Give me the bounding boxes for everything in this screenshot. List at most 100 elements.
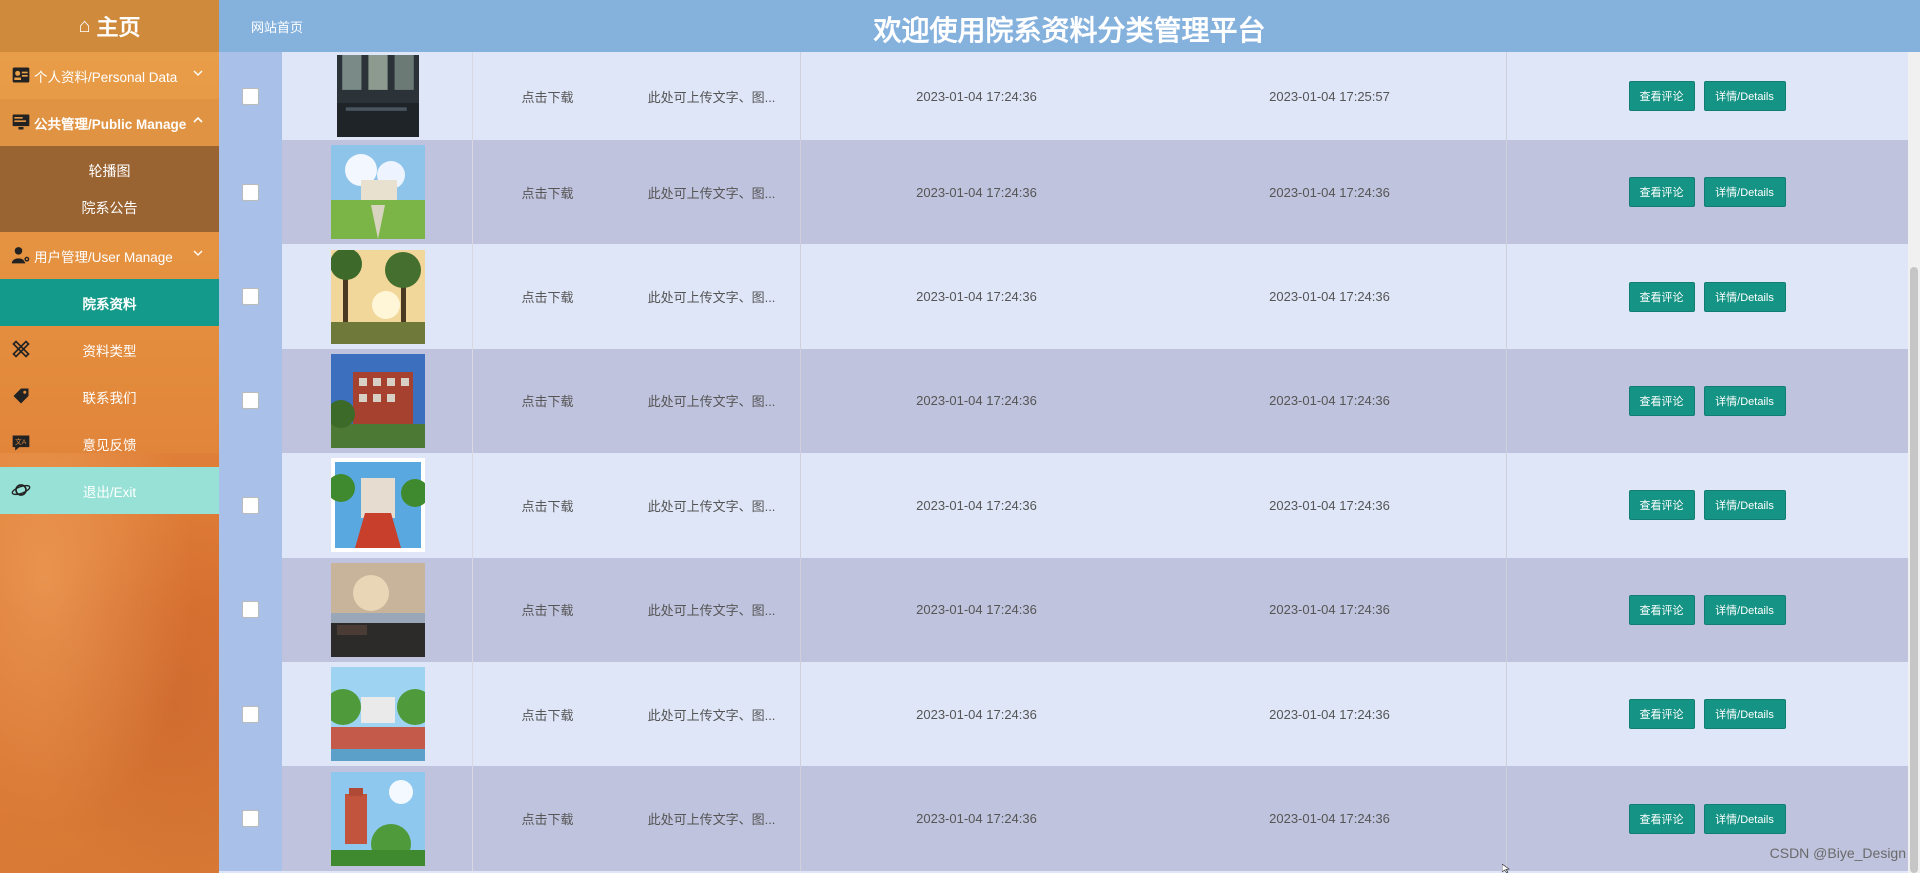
chevron-down-icon: [193, 70, 203, 76]
created-time-cell: 2023-01-04 17:24:36: [916, 497, 1037, 513]
mouse-cursor-icon: [1502, 864, 1510, 873]
row-checkbox[interactable]: [242, 392, 259, 410]
menu-public-manage[interactable]: 公共管理/Public Manage: [0, 99, 219, 146]
view-comments-button[interactable]: 查看评论: [1628, 699, 1695, 730]
download-link[interactable]: 点击下载: [472, 766, 623, 870]
view-comments-button[interactable]: 查看评论: [1628, 177, 1695, 208]
thumbnail-image[interactable]: [330, 667, 425, 762]
view-comments-button[interactable]: 查看评论: [1628, 81, 1695, 111]
menu-label: 用户管理/User Manage: [34, 249, 173, 265]
row-checkbox-cell: [219, 348, 282, 454]
download-link[interactable]: 点击下载: [472, 349, 623, 453]
view-comments-button[interactable]: 查看评论: [1628, 281, 1695, 312]
created-time-cell: 2023-01-04 17:24:36: [916, 393, 1037, 409]
updated-time-cell: 2023-01-04 17:24:36: [1153, 661, 1507, 767]
sidebar-home[interactable]: ⌂ 主页: [0, 0, 219, 52]
thumbnail-image[interactable]: [330, 145, 425, 240]
ruler-pencil-icon: [12, 340, 30, 358]
details-button[interactable]: 详情/Details: [1703, 803, 1786, 834]
thumbnail-cell: [283, 766, 473, 871]
chat-icon: 文A: [12, 435, 30, 451]
menu-label: 退出/Exit: [82, 484, 137, 500]
thumbnail-image[interactable]: [331, 55, 425, 137]
table-row: 点击下载 此处可上传文字、图... 2023-01-04 17:24:36 20…: [219, 52, 1908, 140]
menu-label: 意见反馈: [82, 437, 137, 453]
menu-label: 公共管理/Public Manage: [34, 116, 187, 132]
row-checkbox[interactable]: [242, 183, 259, 201]
thumbnail-cell: [283, 661, 473, 767]
created-time-cell: 2023-01-04 17:24:36: [916, 88, 1037, 104]
thumbnail-image[interactable]: [330, 353, 425, 448]
table-row: 点击下载 此处可上传文字、图... 2023-01-04 17:24:36 20…: [219, 557, 1908, 662]
row-checkbox-cell: [219, 766, 282, 871]
row-checkbox-cell: [219, 661, 282, 767]
download-link[interactable]: 点击下载: [472, 662, 623, 766]
menu-user-manage[interactable]: 用户管理/User Manage: [0, 232, 219, 279]
actions-cell: 查看评论 详情/Details: [1506, 140, 1908, 244]
view-comments-button[interactable]: 查看评论: [1628, 803, 1695, 834]
menu-personal-data[interactable]: 个人资料/Personal Data: [0, 52, 219, 99]
download-link[interactable]: 点击下载: [472, 453, 623, 557]
row-checkbox[interactable]: [242, 810, 259, 828]
thumbnail-cell: [283, 453, 473, 558]
view-comments-button[interactable]: 查看评论: [1628, 385, 1695, 416]
vertical-scrollbar[interactable]: [1908, 52, 1920, 873]
data-table: 点击下载 此处可上传文字、图... 2023-01-04 17:24:36 20…: [219, 52, 1908, 873]
details-button[interactable]: 详情/Details: [1703, 490, 1786, 521]
row-checkbox[interactable]: [242, 288, 259, 306]
updated-time-cell: 2023-01-04 17:24:36: [1153, 557, 1507, 662]
view-comments-button[interactable]: 查看评论: [1628, 594, 1695, 625]
details-button[interactable]: 详情/Details: [1703, 385, 1786, 416]
created-time-cell: 2023-01-04 17:24:36: [916, 706, 1037, 722]
actions-cell: 查看评论 详情/Details: [1506, 453, 1908, 557]
row-checkbox[interactable]: [242, 87, 259, 105]
home-icon: ⌂: [78, 14, 91, 37]
scrollbar-thumb[interactable]: [1910, 267, 1918, 873]
updated-time-cell: 2023-01-04 17:24:36: [1153, 766, 1507, 871]
view-comments-button[interactable]: 查看评论: [1628, 490, 1695, 521]
thumbnail-image[interactable]: [330, 562, 425, 657]
menu-department-materials[interactable]: 院系资料: [0, 279, 219, 326]
row-checkbox-cell: [219, 52, 282, 140]
download-link[interactable]: 点击下载: [472, 558, 623, 662]
submenu-carousel[interactable]: 轮播图: [0, 152, 219, 189]
description-cell: 此处可上传文字、图...: [623, 140, 801, 245]
details-button[interactable]: 详情/Details: [1703, 699, 1786, 730]
menu-feedback[interactable]: 文A 意见反馈: [0, 420, 219, 467]
sidebar-home-label: 主页: [96, 15, 141, 40]
thumbnail-image[interactable]: [330, 771, 425, 866]
row-checkbox[interactable]: [242, 496, 259, 514]
thumbnail-cell: [283, 140, 473, 245]
menu-contact-us[interactable]: 联系我们: [0, 373, 219, 420]
thumbnail-cell: [283, 244, 473, 349]
chevron-down-icon: [193, 250, 203, 256]
submenu-announcement[interactable]: 院系公告: [0, 189, 219, 226]
details-button[interactable]: 详情/Details: [1703, 281, 1786, 312]
menu-label: 院系资料: [82, 296, 137, 312]
description-cell: 此处可上传文字、图...: [623, 661, 801, 767]
download-link[interactable]: 点击下载: [472, 140, 623, 244]
table-row: 点击下载 此处可上传文字、图... 2023-01-04 17:24:36 20…: [219, 244, 1908, 349]
download-link[interactable]: 点击下载: [472, 244, 623, 348]
table-row: 点击下载 此处可上传文字、图... 2023-01-04 17:24:36 20…: [219, 140, 1908, 245]
actions-cell: 查看评论 详情/Details: [1506, 244, 1908, 348]
download-link[interactable]: 点击下载: [472, 52, 623, 140]
updated-time-cell: 2023-01-04 17:24:36: [1153, 348, 1507, 454]
details-button[interactable]: 详情/Details: [1703, 594, 1786, 625]
row-checkbox[interactable]: [242, 601, 259, 619]
details-button[interactable]: 详情/Details: [1703, 177, 1786, 208]
menu-exit[interactable]: 退出/Exit: [0, 467, 219, 514]
actions-cell: 查看评论 详情/Details: [1506, 558, 1908, 662]
details-button[interactable]: 详情/Details: [1703, 81, 1786, 111]
thumbnail-image[interactable]: [330, 249, 425, 344]
row-checkbox[interactable]: [242, 705, 259, 723]
thumbnail-image[interactable]: [330, 458, 425, 553]
planet-icon: [11, 484, 31, 496]
menu-material-types[interactable]: 资料类型: [0, 326, 219, 373]
description-cell: 此处可上传文字、图...: [623, 453, 801, 558]
svg-text:文A: 文A: [15, 437, 27, 446]
menu-label: 联系我们: [82, 390, 137, 406]
thumbnail-cell: [283, 52, 473, 140]
description-cell: 此处可上传文字、图...: [623, 52, 801, 140]
row-checkbox-cell: [219, 453, 282, 558]
